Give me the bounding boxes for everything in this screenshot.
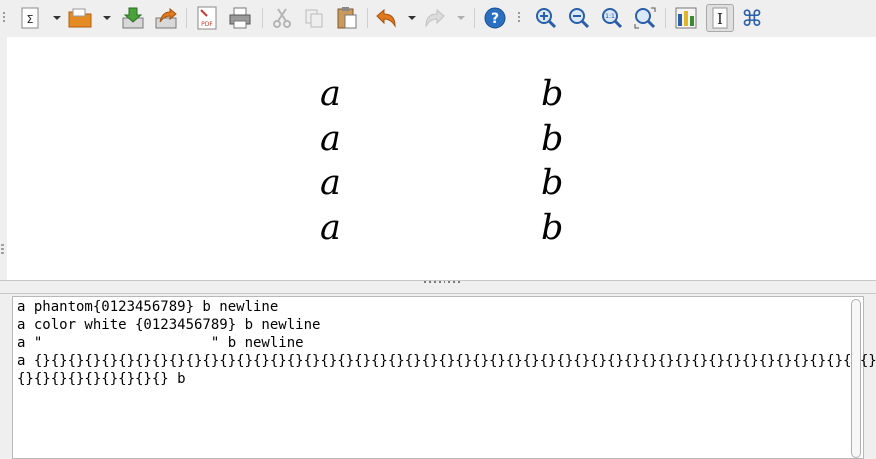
- paste-icon: [337, 7, 357, 29]
- elements-button[interactable]: Σ: [16, 4, 44, 32]
- export-pdf-button[interactable]: PDF: [193, 4, 221, 32]
- symbols-button[interactable]: ⌘: [738, 4, 766, 32]
- formula-symbol-a: a: [320, 163, 341, 203]
- zoom-100-glyph: 1:1: [605, 13, 615, 20]
- copy-button[interactable]: [300, 4, 328, 32]
- zoom-out-button[interactable]: [565, 4, 593, 32]
- formula-symbol-a: a: [320, 74, 341, 114]
- send-export-icon: [155, 7, 177, 29]
- elements-glyph: Σ: [27, 13, 34, 26]
- toolbar-separator: [262, 8, 263, 28]
- formula-symbol-a: a: [320, 208, 341, 248]
- chevron-down-icon: [457, 16, 465, 20]
- symbols-icon: ⌘: [741, 7, 763, 30]
- help-button[interactable]: ?: [481, 4, 509, 32]
- print-button[interactable]: [226, 4, 254, 32]
- undo-icon: [376, 8, 396, 28]
- zoom-100-button[interactable]: 1:1: [598, 4, 626, 32]
- update-button[interactable]: [672, 4, 700, 32]
- formula-command-editor[interactable]: a phantom{0123456789} b newline a color …: [12, 296, 876, 459]
- formula-document-view[interactable]: a b a b a b a b: [7, 37, 876, 280]
- elements-icon: Σ: [21, 7, 39, 29]
- editor-line: a color white {0123456789} b newline: [17, 317, 321, 333]
- toolbar-separator: [367, 8, 368, 28]
- formula-symbol-a: a: [320, 119, 341, 159]
- save-button[interactable]: [119, 4, 147, 32]
- editor-line: {}{}{}{}{}{}{}{}{} b: [17, 371, 186, 387]
- zoom-out-icon: [569, 8, 590, 29]
- open-folder-icon: [68, 8, 92, 28]
- new-dropdown-arrow[interactable]: [53, 14, 61, 22]
- editor-line: a {}{}{}{}{}{}{}{}{}{}{}{}{}{}{}{}{}{}{}…: [17, 353, 876, 369]
- send-button[interactable]: [152, 4, 180, 32]
- cut-icon: [273, 8, 291, 28]
- chevron-down-icon: [408, 16, 416, 20]
- formula-symbol-b: b: [541, 74, 564, 114]
- formula-cursor-button[interactable]: I: [706, 4, 734, 32]
- redo-dropdown-arrow[interactable]: [457, 14, 465, 22]
- open-dropdown-arrow[interactable]: [103, 14, 111, 22]
- editor-vertical-scrollbar[interactable]: [851, 299, 861, 458]
- toolbar-grip-handle[interactable]: [2, 10, 6, 26]
- toolbar-separator: [186, 8, 187, 28]
- dock-grip-dot: [1, 244, 4, 246]
- undo-dropdown-arrow[interactable]: [408, 14, 416, 22]
- update-icon: [675, 7, 697, 29]
- save-download-icon: [122, 7, 144, 29]
- zoom-in-button[interactable]: [532, 4, 560, 32]
- splitter-grip-handle[interactable]: [424, 281, 460, 287]
- help-icon: ?: [484, 7, 506, 29]
- show-all-button[interactable]: [631, 4, 659, 32]
- editor-line: a phantom{0123456789} b newline: [17, 299, 279, 315]
- export-pdf-icon: PDF: [197, 6, 217, 30]
- pdf-label: PDF: [201, 21, 213, 28]
- dock-grip-dot: [1, 252, 4, 254]
- pane-splitter[interactable]: [0, 280, 876, 294]
- help-glyph: ?: [491, 11, 499, 27]
- standard-toolbar: Σ PDF ? 1:1 I ⌘: [0, 0, 876, 36]
- redo-icon: [425, 8, 445, 28]
- undo-button[interactable]: [372, 4, 400, 32]
- toolbar-separator: [665, 8, 666, 28]
- symbols-glyph: ⌘: [741, 7, 763, 30]
- toolbar-grip-handle[interactable]: [517, 10, 521, 26]
- show-all-icon: [634, 7, 656, 29]
- copy-icon: [305, 9, 323, 28]
- formula-symbol-b: b: [541, 208, 564, 248]
- chevron-down-icon: [53, 16, 61, 20]
- zoom-100-icon: 1:1: [602, 8, 623, 29]
- print-icon: [229, 7, 251, 29]
- formula-cursor-icon: I: [712, 7, 728, 29]
- dock-grip-dot: [1, 248, 4, 250]
- formula-symbol-b: b: [541, 119, 564, 159]
- formula-symbol-b: b: [541, 163, 564, 203]
- cut-button[interactable]: [268, 4, 296, 32]
- editor-line: a " " b newline: [17, 335, 304, 351]
- chevron-down-icon: [103, 16, 111, 20]
- zoom-in-icon: [536, 8, 557, 29]
- toolbar-separator: [474, 8, 475, 28]
- open-button[interactable]: [66, 4, 94, 32]
- redo-button[interactable]: [421, 4, 449, 32]
- paste-button[interactable]: [333, 4, 361, 32]
- cursor-glyph: I: [717, 10, 723, 28]
